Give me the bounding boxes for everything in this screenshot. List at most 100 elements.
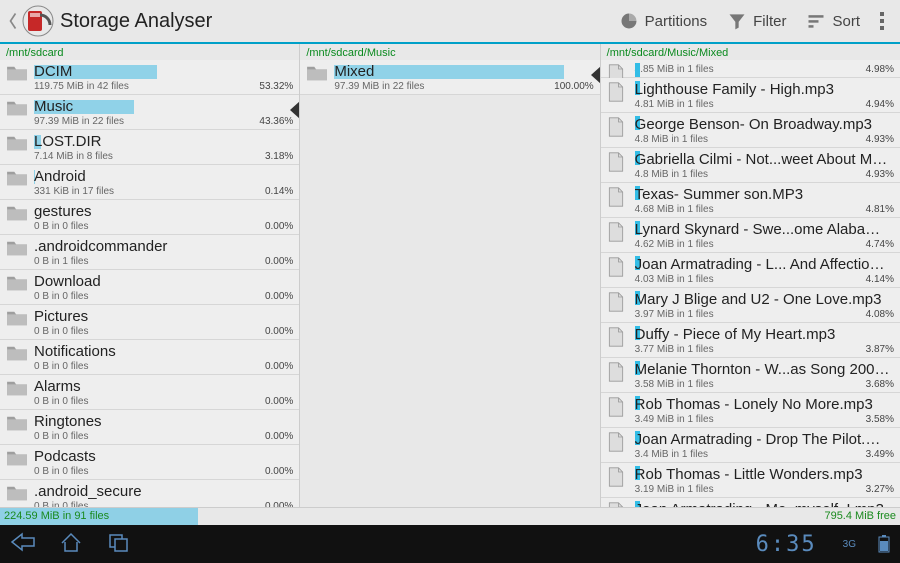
item-name: Rob Thomas - Lonely No More.mp3 — [635, 396, 890, 413]
file-row[interactable]: George Benson- On Broadway.mp34.8 MiB in… — [601, 113, 900, 148]
partitions-button[interactable]: Partitions — [609, 5, 718, 37]
item-meta: 119.75 MiB in 42 files — [34, 81, 289, 92]
file-row[interactable]: Duffy - Piece of My Heart.mp33.77 MiB in… — [601, 323, 900, 358]
folder-row[interactable]: Alarms0 B in 0 files0.00% — [0, 375, 299, 410]
nav-home-button[interactable] — [58, 531, 84, 558]
file-row[interactable]: Rob Thomas - Lonely No More.mp33.49 MiB … — [601, 393, 900, 428]
folder-row[interactable]: Mixed97.39 MiB in 22 files100.00% — [300, 60, 599, 95]
folder-icon — [6, 169, 28, 187]
item-meta: 0 B in 0 files — [34, 361, 289, 372]
item-name: Ringtones — [34, 413, 289, 430]
sort-button[interactable]: Sort — [796, 5, 870, 37]
file-icon — [607, 362, 629, 380]
folder-icon — [6, 239, 28, 257]
file-row[interactable]: Lynard Skynard - Swe...ome Alabama.mp34.… — [601, 218, 900, 253]
file-row[interactable]: Lighthouse Family - High.mp34.81 MiB in … — [601, 78, 900, 113]
item-percent: 0.00% — [265, 326, 293, 337]
filter-label: Filter — [753, 13, 786, 30]
item-meta: 7.14 MiB in 8 files — [34, 151, 289, 162]
funnel-icon — [727, 11, 747, 31]
app-title: Storage Analyser — [60, 10, 212, 33]
column-body[interactable]: DCIM119.75 MiB in 42 files53.32%Music97.… — [0, 60, 299, 507]
item-meta: 4.8 MiB in 1 files — [635, 134, 890, 145]
selected-caret-icon — [288, 101, 299, 124]
item-name: Duffy - Piece of My Heart.mp3 — [635, 326, 890, 343]
nav-recents-button[interactable] — [106, 531, 132, 558]
folder-row[interactable]: Notifications0 B in 0 files0.00% — [0, 340, 299, 375]
folder-icon — [6, 449, 28, 467]
folder-icon — [306, 64, 328, 82]
summary-used: 224.59 MiB in 91 files — [4, 510, 109, 522]
item-name: Lynard Skynard - Swe...ome Alabama.mp3 — [635, 221, 890, 238]
item-percent: 3.18% — [265, 151, 293, 162]
back-button[interactable] — [6, 0, 20, 43]
file-icon — [607, 292, 629, 310]
folder-row[interactable]: Music97.39 MiB in 22 files43.36% — [0, 95, 299, 130]
app-icon — [22, 5, 54, 37]
file-row[interactable]: Texas- Summer son.MP34.68 MiB in 1 files… — [601, 183, 900, 218]
folder-row[interactable]: Pictures0 B in 0 files0.00% — [0, 305, 299, 340]
sort-label: Sort — [832, 13, 860, 30]
item-meta: 4.81 MiB in 1 files — [635, 99, 890, 110]
folder-row[interactable]: LOST.DIR7.14 MiB in 8 files3.18% — [0, 130, 299, 165]
filter-button[interactable]: Filter — [717, 5, 796, 37]
folder-row[interactable]: DCIM119.75 MiB in 42 files53.32% — [0, 60, 299, 95]
file-row[interactable]: Mary J Blige and U2 - One Love.mp33.97 M… — [601, 288, 900, 323]
file-icon — [607, 257, 629, 275]
file-row[interactable]: Melanie Thornton - W...as Song 2001).mp3… — [601, 358, 900, 393]
file-row[interactable]: Joan Armatrading - Me, myself, I.mp33.08… — [601, 498, 900, 507]
item-name: Lighthouse Family - High.mp3 — [635, 81, 890, 98]
action-bar: Storage Analyser Partitions Filter Sort — [0, 0, 900, 44]
file-row[interactable]: Gabriella Cilmi - Not...weet About Me.mp… — [601, 148, 900, 183]
item-percent: 4.93% — [866, 169, 894, 180]
folder-row[interactable]: Ringtones0 B in 0 files0.00% — [0, 410, 299, 445]
item-name: Download — [34, 273, 289, 290]
item-meta: 0 B in 0 files — [34, 291, 289, 302]
partitions-label: Partitions — [645, 13, 708, 30]
folder-row[interactable]: .android_secure0 B in 0 files0.00% — [0, 480, 299, 507]
pie-icon — [619, 11, 639, 31]
item-meta: 3.19 MiB in 1 files — [635, 484, 890, 495]
column-body[interactable]: Mixed97.39 MiB in 22 files100.00% — [300, 60, 599, 507]
folder-icon — [6, 134, 28, 152]
item-name: Joan Armatrading - Drop The Pilot.mp3 — [635, 431, 890, 448]
nav-back-button[interactable] — [10, 531, 36, 558]
item-meta: 0 B in 1 files — [34, 256, 289, 267]
item-meta: 97.39 MiB in 22 files — [334, 81, 589, 92]
file-row[interactable]: Rob Thomas - Little Wonders.mp33.19 MiB … — [601, 463, 900, 498]
column-body[interactable]: 4.85 MiB in 1 files4.98%Lighthouse Famil… — [601, 60, 900, 507]
item-meta: 4.8 MiB in 1 files — [635, 169, 890, 180]
item-name: .android_secure — [34, 483, 289, 500]
folder-icon — [6, 484, 28, 502]
item-percent: 0.00% — [265, 361, 293, 372]
item-percent: 0.14% — [265, 186, 293, 197]
item-percent: 4.81% — [866, 204, 894, 215]
item-name: LOST.DIR — [34, 133, 289, 150]
overflow-menu-button[interactable] — [870, 6, 894, 36]
item-name: Rob Thomas - Little Wonders.mp3 — [635, 466, 890, 483]
item-meta: 4.85 MiB in 1 files — [635, 64, 890, 75]
file-row[interactable]: Joan Armatrading - Drop The Pilot.mp33.4… — [601, 428, 900, 463]
file-row[interactable]: 4.85 MiB in 1 files4.98% — [601, 60, 900, 78]
folder-row[interactable]: Podcasts0 B in 0 files0.00% — [0, 445, 299, 480]
item-meta: 3.49 MiB in 1 files — [635, 414, 890, 425]
item-name: Alarms — [34, 378, 289, 395]
folder-row[interactable]: Download0 B in 0 files0.00% — [0, 270, 299, 305]
system-nav-bar: 6:35 3G — [0, 525, 900, 563]
item-meta: 4.62 MiB in 1 files — [635, 239, 890, 250]
selected-caret-icon — [589, 66, 600, 89]
folder-row[interactable]: Android331 KiB in 17 files0.14% — [0, 165, 299, 200]
item-meta: 3.4 MiB in 1 files — [635, 449, 890, 460]
item-name: Music — [34, 98, 289, 115]
column: /mnt/sdcard/Music/Mixed4.85 MiB in 1 fil… — [601, 44, 900, 507]
file-icon — [607, 327, 629, 345]
item-name: Podcasts — [34, 448, 289, 465]
file-row[interactable]: Joan Armatrading - L... And Affection.mp… — [601, 253, 900, 288]
item-name: Mary J Blige and U2 - One Love.mp3 — [635, 291, 890, 308]
folder-row[interactable]: .androidcommander0 B in 1 files0.00% — [0, 235, 299, 270]
item-meta: 97.39 MiB in 22 files — [34, 116, 289, 127]
folder-icon — [6, 414, 28, 432]
item-meta: 3.58 MiB in 1 files — [635, 379, 890, 390]
item-meta: 0 B in 0 files — [34, 466, 289, 477]
folder-row[interactable]: gestures0 B in 0 files0.00% — [0, 200, 299, 235]
